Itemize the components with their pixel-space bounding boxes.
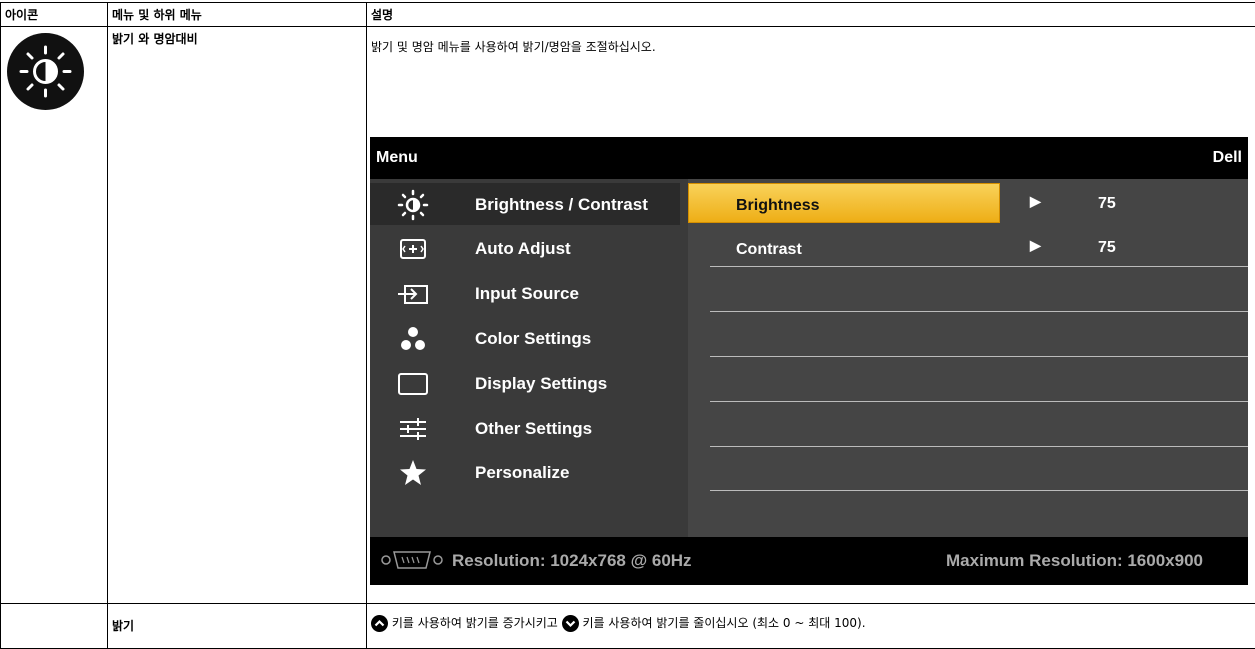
brightness-icon <box>396 189 430 221</box>
osd-menu-item-brightness-contrast[interactable]: Brightness / Contrast <box>370 183 688 227</box>
up-button-icon <box>371 615 388 632</box>
input-source-icon <box>396 278 430 310</box>
osd-empty-row <box>710 268 1248 312</box>
osd-divider <box>710 356 1248 357</box>
osd-submenu-panel: Brightness ▶ 75 Contrast ▶ 75 <box>688 179 1248 537</box>
osd-empty-row <box>710 313 1248 357</box>
osd-setting-value: 75 <box>1098 239 1116 257</box>
osd-menu-item-label: Input Source <box>475 284 579 304</box>
display-settings-icon <box>396 368 430 400</box>
osd-setting-value: 75 <box>1098 195 1116 213</box>
osd-menu-item-label: Other Settings <box>475 419 592 439</box>
osd-divider <box>710 266 1248 267</box>
osd-menu-item-input-source[interactable]: Input Source <box>370 272 688 316</box>
star-icon <box>396 457 430 489</box>
other-settings-icon <box>396 413 430 445</box>
row1-desc-text: 밝기 및 명암 메뉴를 사용하여 밝기/명암을 조절하십시오. <box>371 38 1251 55</box>
header-menu: 메뉴 및 하위 메뉴 <box>108 3 367 27</box>
row1-menu-label: 밝기 와 명암대비 <box>112 30 362 47</box>
arrow-right-icon: ▶ <box>1030 193 1041 210</box>
row2-desc-part1: 키를 사용하여 밝기를 증가시키고 <box>392 616 558 630</box>
osd-header: Menu Dell <box>370 137 1248 179</box>
osd-menu-item-other-settings[interactable]: Other Settings <box>370 407 688 451</box>
osd-screenshot: Menu Dell Brightness / Contrast <box>370 137 1248 585</box>
osd-menu-item-label: Color Settings <box>475 329 591 349</box>
osd-footer: Resolution: 1024x768 @ 60Hz Maximum Reso… <box>370 537 1248 585</box>
osd-divider <box>710 401 1248 402</box>
row2-icon-cell <box>1 604 108 649</box>
osd-menu-item-color-settings[interactable]: Color Settings <box>370 317 688 361</box>
arrow-right-icon: ▶ <box>1030 237 1041 254</box>
row1-menu-cell: 밝기 와 명암대비 <box>108 27 367 604</box>
osd-menu-list: Brightness / Contrast Auto Adjust Input … <box>370 179 688 537</box>
color-settings-icon <box>396 323 430 355</box>
osd-menu-title: Menu <box>376 149 418 167</box>
osd-menu-item-auto-adjust[interactable]: Auto Adjust <box>370 227 688 271</box>
brightness-contrast-icon <box>7 33 84 110</box>
osd-empty-row <box>710 358 1248 402</box>
osd-menu-item-label: Display Settings <box>475 374 607 394</box>
osd-setting-brightness[interactable]: Brightness ▶ 75 <box>688 179 1248 223</box>
row2-menu-cell: 밝기 <box>108 604 367 649</box>
osd-menu-item-display-settings[interactable]: Display Settings <box>370 362 688 406</box>
down-button-icon <box>562 615 579 632</box>
row2-desc-part2: 키를 사용하여 밝기를 줄이십시오 (최소 0 ~ 최대 100). <box>583 616 866 630</box>
osd-resolution: Resolution: 1024x768 @ 60Hz <box>452 551 692 571</box>
osd-menu-item-label: Personalize <box>475 463 570 483</box>
row2-desc-cell: 키를 사용하여 밝기를 증가시키고 키를 사용하여 밝기를 줄이십시오 (최소 … <box>367 604 1255 649</box>
osd-divider <box>710 311 1248 312</box>
header-desc: 설명 <box>367 3 1255 27</box>
auto-adjust-icon <box>396 233 430 265</box>
osd-highlight-bar <box>688 183 1000 223</box>
osd-brand: Dell <box>1213 149 1242 167</box>
vga-connector-icon <box>380 549 444 571</box>
row2-menu-label: 밝기 <box>112 617 362 634</box>
osd-menu-item-label: Brightness / Contrast <box>475 195 648 215</box>
osd-menu-item-label: Auto Adjust <box>475 239 571 259</box>
osd-empty-row <box>710 447 1248 491</box>
osd-setting-contrast[interactable]: Contrast ▶ 75 <box>710 223 1248 267</box>
osd-setting-name: Contrast <box>736 241 802 259</box>
osd-max-resolution: Maximum Resolution: 1600x900 <box>946 551 1203 571</box>
osd-setting-name: Brightness <box>736 197 820 215</box>
header-icon: 아이콘 <box>1 3 108 27</box>
osd-empty-row <box>710 403 1248 447</box>
osd-divider <box>710 490 1248 491</box>
osd-menu-item-personalize[interactable]: Personalize <box>370 451 688 495</box>
row1-icon-cell <box>1 27 108 604</box>
